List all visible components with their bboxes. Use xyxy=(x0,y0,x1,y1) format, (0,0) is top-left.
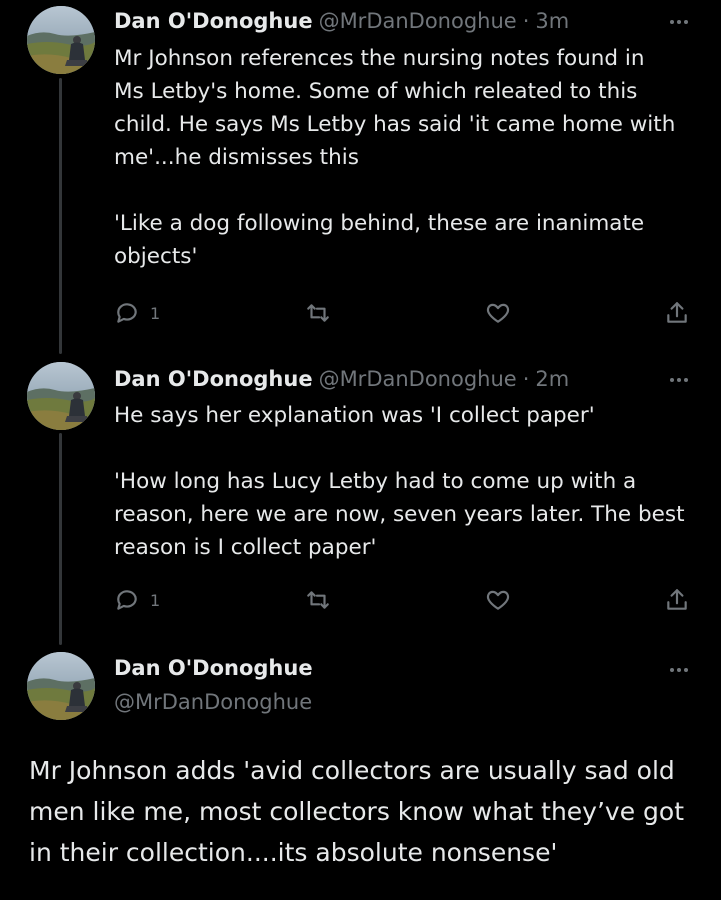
heart-icon xyxy=(484,300,512,326)
reply-button[interactable]: 1 xyxy=(114,585,160,615)
reply-bubble-icon xyxy=(114,587,140,613)
user-handle[interactable]: @MrDanDonoghue xyxy=(114,686,312,718)
avatar[interactable] xyxy=(27,6,95,74)
more-dots-icon[interactable] xyxy=(664,12,694,32)
tweet-header: Dan O'Donoghue @MrDanDonoghue · 3m xyxy=(114,6,569,36)
tweet-thread: Dan O'Donoghue @MrDanDonoghue · 3m Mr Jo… xyxy=(0,0,721,900)
more-dots-icon[interactable] xyxy=(664,660,694,680)
reply-bubble-icon xyxy=(114,300,140,326)
tweet-text: Mr Johnson references the nursing notes … xyxy=(114,46,676,269)
share-button[interactable] xyxy=(664,298,690,328)
retweet-button[interactable] xyxy=(304,585,332,615)
thread-line xyxy=(59,433,62,645)
display-name[interactable]: Dan O'Donoghue xyxy=(114,364,313,394)
display-name[interactable]: Dan O'Donoghue xyxy=(114,652,313,684)
share-upload-icon xyxy=(664,299,690,327)
heart-icon xyxy=(484,587,512,613)
timestamp[interactable]: 2m xyxy=(535,364,569,394)
tweet-text: He says her explanation was 'I collect p… xyxy=(114,403,685,560)
user-handle[interactable]: @MrDanDonoghue xyxy=(319,364,517,394)
tweet-text: Mr Johnson adds 'avid collectors are usu… xyxy=(29,756,685,867)
share-upload-icon xyxy=(664,586,690,614)
separator-dot: · xyxy=(522,9,530,33)
user-handle[interactable]: @MrDanDonoghue xyxy=(319,6,517,36)
like-button[interactable] xyxy=(484,298,512,328)
display-name[interactable]: Dan O'Donoghue xyxy=(114,6,313,36)
retweet-icon xyxy=(304,587,332,613)
like-button[interactable] xyxy=(484,585,512,615)
reply-count: 1 xyxy=(150,303,161,323)
reply-count: 1 xyxy=(150,590,161,610)
more-dots-icon[interactable] xyxy=(664,370,694,390)
thread-line xyxy=(59,78,62,354)
separator-dot: · xyxy=(522,367,530,391)
avatar[interactable] xyxy=(27,652,95,720)
tweet-actions: 1 xyxy=(114,298,694,328)
reply-button[interactable]: 1 xyxy=(114,298,160,328)
tweet-actions: 1 xyxy=(114,585,694,615)
retweet-icon xyxy=(304,300,332,326)
avatar[interactable] xyxy=(27,362,95,430)
retweet-button[interactable] xyxy=(304,298,332,328)
share-button[interactable] xyxy=(664,585,690,615)
tweet-header: Dan O'Donoghue @MrDanDonoghue · 2m xyxy=(114,364,569,394)
timestamp[interactable]: 3m xyxy=(535,6,569,36)
